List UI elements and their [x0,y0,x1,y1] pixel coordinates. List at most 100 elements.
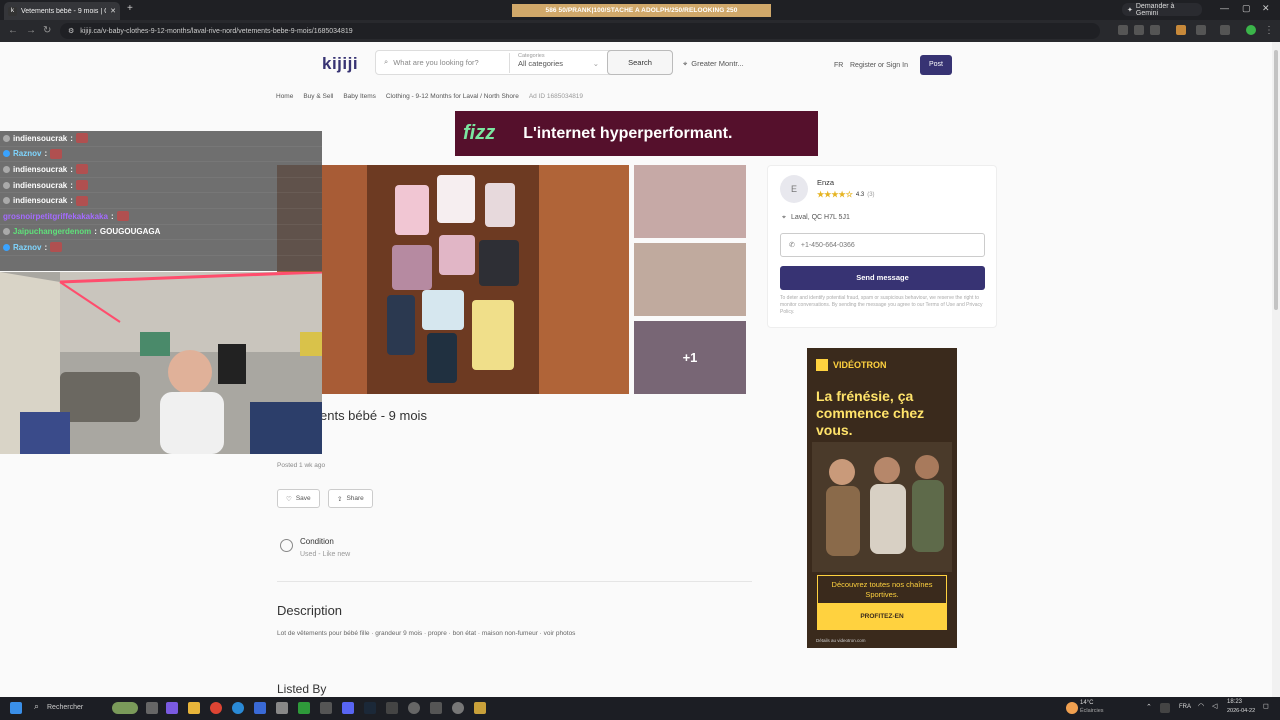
settings-gear-icon[interactable] [276,702,288,714]
app-icon[interactable] [166,702,178,714]
share-button[interactable]: ⇪ Share [328,489,373,508]
heart-icon: ♡ [286,495,292,503]
phone-reveal-button[interactable]: ✆ +1-450-664-0366 [780,233,985,257]
chat-username[interactable]: Raznov [13,149,41,158]
sidepanel-icon[interactable] [1220,25,1230,35]
translate-icon[interactable] [1118,25,1128,35]
app-icon[interactable] [430,702,442,714]
condition-value: Used - Like new [300,551,351,558]
kijiji-logo[interactable]: kijiji [322,54,358,74]
chat-username[interactable]: indiensoucrak [13,134,67,143]
fizz-ad-banner[interactable]: fizz L'internet hyperperformant. [455,111,818,156]
discord-icon[interactable] [342,702,354,714]
chat-username[interactable]: grosnoirpetitgriffekakakaka [3,212,108,221]
obs-icon[interactable] [408,702,420,714]
send-message-button[interactable]: Send message [780,266,985,290]
weather-icon[interactable] [1066,702,1078,714]
chat-emote-icon [50,148,63,159]
task-view-icon[interactable] [146,702,158,714]
ad-cta-button[interactable]: PROFITEZ-EN [817,604,947,630]
widgets-icon[interactable] [112,702,138,714]
back-icon[interactable]: ← [8,25,18,36]
browser-tab[interactable]: k Vetements bébé - 9 mois | Clo ✕ [4,2,120,20]
bookmark-star-icon[interactable] [1150,25,1160,35]
close-window-button[interactable]: ✕ [1262,3,1270,14]
app-icon[interactable] [386,702,398,714]
chat-username[interactable]: Raznov [13,243,41,252]
breadcrumb-buy-sell[interactable]: Buy & Sell [303,93,333,100]
chat-badge-icon [3,197,10,205]
cast-icon[interactable] [1134,25,1144,35]
register-link[interactable]: Register or Sign In [850,62,908,69]
rating-value: 4.3 [855,191,865,198]
location-text: Greater Montr... [691,59,744,68]
windows-start-icon[interactable] [10,702,22,714]
tray-app-icon[interactable] [1160,703,1170,713]
search-placeholder: What are you looking for? [393,57,479,67]
chat-separator: : [44,242,48,252]
notification-bell-icon[interactable]: ◻ [1263,702,1269,710]
extensions-puzzle-icon[interactable] [1196,25,1206,35]
photo-thumbnail-3[interactable]: +1 [634,321,746,394]
app-icon[interactable] [254,702,266,714]
tray-chevron-icon[interactable]: ⌃ [1146,703,1152,711]
chat-badge-icon [3,243,10,251]
wifi-icon[interactable]: ◠ [1198,702,1204,710]
category-select[interactable]: Categories All categories ⌄ [509,53,607,73]
main-photo[interactable] [277,165,629,394]
maximize-button[interactable]: ▢ [1242,3,1251,14]
language-toggle[interactable]: FR [834,62,843,69]
chat-separator: : [94,227,97,237]
close-tab-icon[interactable]: ✕ [110,7,116,15]
posted-date: Posted 1 wk ago [277,462,326,469]
minimize-button[interactable]: — [1220,3,1229,13]
steam-icon[interactable] [364,702,376,714]
chrome-icon[interactable] [210,702,222,714]
chat-separator: : [70,133,73,143]
reload-icon[interactable]: ↻ [43,25,51,36]
clock-date[interactable]: 2026-04-22 [1227,708,1255,714]
xbox-icon[interactable] [298,702,310,714]
chat-username[interactable]: Jaipuchangerdenom [13,227,91,236]
chat-message: Jaipuchangerdenom: GOUGOUGAGA [0,225,322,241]
scrollbar-thumb[interactable] [1274,50,1278,310]
seller-name[interactable]: Enza [817,178,834,187]
search-input[interactable]: ⌕ What are you looking for? [384,57,479,67]
photo-thumbnail-1[interactable] [634,165,746,238]
videotron-ad[interactable]: VIDÉOTRON La frénésie, ça commence chez … [807,348,957,648]
gemini-button[interactable]: ✦ Demander à Gemini [1122,3,1202,17]
photo-thumbnail-2[interactable] [634,243,746,316]
page-scrollbar[interactable] [1272,42,1280,697]
chat-username[interactable]: indiensoucrak [13,181,67,190]
post-button[interactable]: Post [920,55,952,75]
chat-message: Raznov: [0,147,322,163]
app-icon[interactable] [320,702,332,714]
location-selector[interactable]: ⌖ Greater Montr... [683,59,744,69]
location-pin-icon: ⌖ [782,214,786,221]
breadcrumb-baby-items[interactable]: Baby Items [343,93,376,100]
taskbar-search[interactable]: Rechercher [47,704,83,711]
url-field[interactable]: ⚙ kijiji.ca/v-baby-clothes-9-12-months/l… [60,23,1100,39]
edge-icon[interactable] [232,702,244,714]
new-tab-button[interactable]: + [127,3,133,14]
breadcrumb-clothing[interactable]: Clothing - 9-12 Months for Laval / North… [386,93,519,100]
save-button[interactable]: ♡ Save [277,489,320,508]
language-indicator[interactable]: FRA [1179,704,1191,710]
profile-avatar-icon[interactable] [1246,25,1256,35]
volume-icon[interactable]: ◁ [1212,702,1217,710]
app-icon[interactable] [452,702,464,714]
site-info-icon[interactable]: ⚙ [68,27,74,35]
browser-menu-icon[interactable]: ⋮ [1264,25,1274,36]
extension-icon[interactable] [1176,25,1186,35]
chat-username[interactable]: indiensoucrak [13,196,67,205]
rating-count[interactable]: (3) [867,192,874,198]
breadcrumb-home[interactable]: Home [276,93,293,100]
chat-username[interactable]: indiensoucrak [13,165,67,174]
forward-icon[interactable]: → [26,25,36,36]
search-button[interactable]: Search [607,50,673,75]
file-explorer-icon[interactable] [188,702,200,714]
app-icon[interactable] [474,702,486,714]
avatar[interactable]: E [780,175,808,203]
clock-time[interactable]: 18:23 [1227,699,1242,705]
condition-label: Condition [300,537,334,546]
